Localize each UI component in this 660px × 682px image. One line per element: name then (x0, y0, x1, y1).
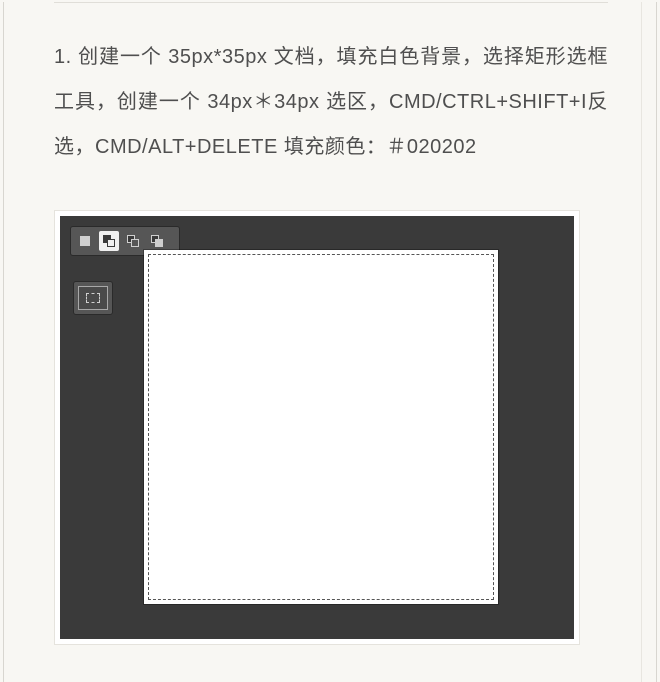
page-border-left (3, 2, 4, 682)
square-solid-icon (80, 236, 90, 246)
step-body: 创建一个 35px*35px 文档，填充白色背景，选择矩形选框工具，创建一个 3… (54, 46, 608, 158)
overlap-subtract-icon (127, 235, 139, 247)
figure-container (54, 210, 580, 645)
overlap-add-icon (103, 235, 115, 247)
mode-add-icon[interactable] (99, 231, 119, 251)
photoshop-canvas (60, 216, 574, 639)
mode-subtract-icon[interactable] (123, 231, 143, 251)
marquee-tool-icon (86, 293, 100, 303)
artboard (144, 250, 498, 604)
marquee-tool-frame (78, 286, 108, 310)
overlap-intersect-icon (151, 235, 163, 247)
mode-intersect-icon[interactable] (147, 231, 167, 251)
marquee-selection (148, 254, 494, 600)
top-divider (54, 2, 608, 3)
content-border-right (641, 2, 642, 682)
marquee-tool-button[interactable] (73, 281, 113, 315)
content-wrap: 1. 创建一个 35px*35px 文档，填充白色背景，选择矩形选框工具，创建一… (8, 2, 652, 645)
step-instruction: 1. 创建一个 35px*35px 文档，填充白色背景，选择矩形选框工具，创建一… (54, 35, 608, 170)
page-border-right (656, 2, 657, 682)
mode-normal-icon[interactable] (75, 231, 95, 251)
step-number: 1. (54, 46, 72, 68)
